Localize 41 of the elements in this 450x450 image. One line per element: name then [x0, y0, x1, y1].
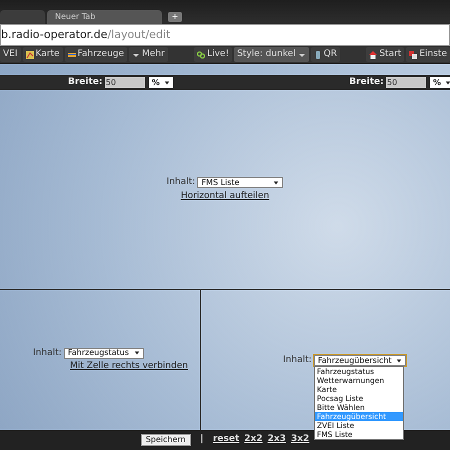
cell-action-link[interactable]: Mit Zelle rechts verbinden — [70, 360, 188, 374]
content-label: Inhalt: — [33, 346, 62, 360]
separator-text: | — [200, 433, 204, 446]
width-field[interactable]: 50 — [104, 77, 145, 88]
content-label: Inhalt: — [166, 176, 196, 189]
content-select[interactable]: FMS Liste — [197, 177, 284, 188]
browser-tab[interactable] — [0, 10, 45, 24]
layout-link[interactable]: 2x2 — [244, 433, 263, 447]
toolbar-button[interactable]: Mehr — [129, 47, 168, 62]
style-select[interactable]: Style: dunkel — [234, 47, 309, 62]
truck-icon — [68, 50, 76, 58]
toolbar-button[interactable]: Einste — [406, 47, 450, 62]
unit-select[interactable]: % — [148, 77, 173, 88]
toolbar-button[interactable]: Fahrzeuge — [64, 47, 128, 62]
unit-select[interactable]: % — [430, 77, 450, 88]
toolbar-button[interactable]: Start — [366, 47, 404, 62]
content-select[interactable]: Fahrzeugstatus — [64, 348, 144, 359]
layout-link[interactable]: 2x3 — [268, 433, 286, 447]
toolbar-button[interactable]: QR — [310, 47, 340, 62]
width-field[interactable]: 50 — [386, 77, 426, 88]
toolbar-button[interactable]: Live! — [194, 47, 232, 62]
caret-icon — [445, 80, 450, 86]
chain-link-icon — [197, 50, 206, 58]
layout-link[interactable]: 3x2 — [290, 433, 310, 447]
width-label: Breite: — [68, 76, 102, 89]
address-bar[interactable]: b.radio-operator.de/layout/edit — [0, 24, 450, 46]
layout-link[interactable]: reset — [212, 433, 240, 447]
cell-action-link[interactable]: Horizontal aufteilen — [180, 190, 270, 203]
browser-tab[interactable]: Neuer Tab — [47, 10, 162, 24]
map-icon — [26, 50, 34, 58]
caret-icon — [164, 80, 170, 86]
house-icon — [369, 50, 378, 58]
caret-icon — [396, 358, 402, 364]
toolbar-button[interactable]: VEI — [0, 47, 20, 62]
width-label: Breite: — [349, 76, 384, 89]
caret-icon — [273, 180, 280, 186]
toolbar-button[interactable]: Karte — [22, 47, 63, 62]
new-tab-button[interactable]: + — [168, 12, 182, 22]
content-label: Inhalt: — [283, 354, 312, 367]
save-button[interactable]: Speichern — [140, 434, 191, 446]
caret-icon — [134, 350, 140, 356]
